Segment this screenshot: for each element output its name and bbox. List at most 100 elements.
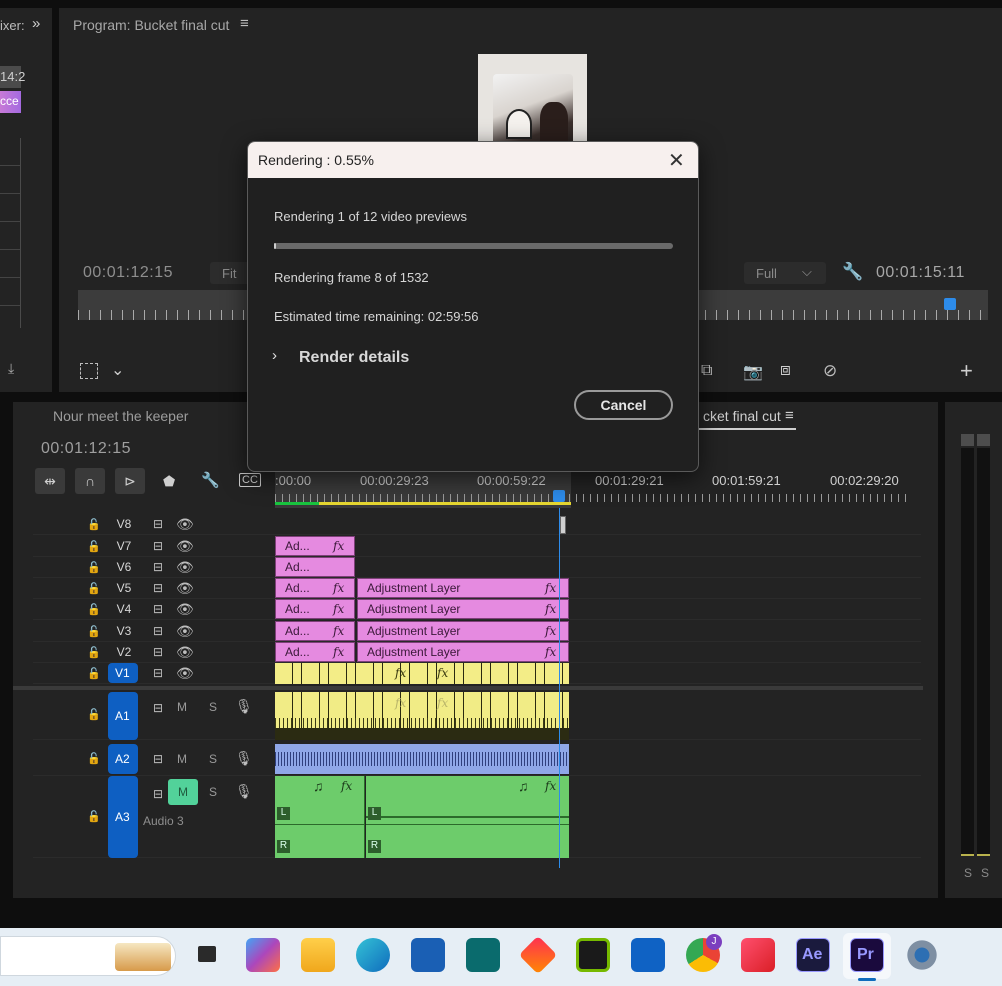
program-monitor-title[interactable]: Program: Bucket final cut bbox=[73, 17, 229, 33]
eye-icon[interactable]: 👁 bbox=[176, 516, 194, 532]
sync-lock-icon[interactable]: ⊟ bbox=[153, 538, 163, 554]
mixer-tab[interactable]: ixer: bbox=[0, 18, 25, 33]
close-icon[interactable]: ✕ bbox=[668, 148, 685, 173]
microphone-icon[interactable]: 🎙 bbox=[235, 750, 253, 766]
a2-target-button[interactable]: A2 bbox=[108, 744, 138, 774]
solo-button[interactable]: S bbox=[209, 785, 217, 799]
clip-adjustment-short[interactable]: Ad... bbox=[275, 557, 355, 577]
solo-button[interactable]: S bbox=[209, 752, 217, 766]
timeline-playhead-line[interactable] bbox=[559, 508, 560, 868]
track-name[interactable]: V7 bbox=[113, 539, 135, 553]
sync-lock-icon[interactable]: ⊟ bbox=[153, 751, 163, 767]
edge-icon[interactable] bbox=[356, 938, 390, 972]
taskbar-search-box[interactable] bbox=[0, 936, 176, 976]
marker-icon[interactable]: ⬟ bbox=[163, 473, 175, 490]
eye-icon[interactable]: 👁 bbox=[176, 580, 194, 596]
proxy-toggle-icon[interactable]: ⊘ bbox=[823, 361, 837, 381]
v1-target-button[interactable]: V1 bbox=[108, 663, 138, 683]
timeline-timecode[interactable]: 00:01:12:15 bbox=[41, 440, 131, 458]
track-name[interactable]: V8 bbox=[113, 517, 135, 531]
clip-adjustment-layer[interactable]: Adjustment Layer bbox=[357, 642, 569, 662]
lock-icon[interactable]: 🔓 bbox=[87, 752, 101, 765]
eye-icon[interactable]: 👁 bbox=[176, 644, 194, 660]
lock-icon[interactable]: 🔓 bbox=[87, 667, 101, 680]
eye-icon[interactable]: 👁 bbox=[176, 623, 194, 639]
sway-icon[interactable] bbox=[466, 938, 500, 972]
lock-icon[interactable]: 🔓 bbox=[87, 708, 101, 721]
eye-icon[interactable]: 👁 bbox=[176, 559, 194, 575]
snap-button[interactable]: ∩ bbox=[75, 468, 105, 494]
v1-video-clips[interactable] bbox=[275, 663, 569, 684]
microphone-icon[interactable]: 🎙 bbox=[235, 783, 253, 799]
lock-icon[interactable]: 🔓 bbox=[87, 625, 101, 638]
clip-adjustment-layer[interactable]: Adjustment Layer bbox=[357, 578, 569, 598]
track-name[interactable]: V3 bbox=[113, 624, 135, 638]
lock-icon[interactable]: 🔓 bbox=[87, 561, 101, 574]
microphone-icon[interactable]: 🎙 bbox=[235, 698, 253, 714]
captions-icon[interactable]: CC bbox=[239, 473, 261, 487]
lock-icon[interactable]: 🔓 bbox=[87, 810, 101, 823]
program-playhead-timecode[interactable]: 00:01:12:15 bbox=[83, 264, 173, 282]
sync-lock-icon[interactable]: ⊟ bbox=[153, 665, 163, 681]
chrome-icon[interactable]: J bbox=[686, 934, 722, 972]
a1-audio-clips[interactable] bbox=[275, 692, 569, 740]
sync-lock-icon[interactable]: ⊟ bbox=[153, 700, 163, 716]
sync-lock-icon[interactable]: ⊟ bbox=[153, 516, 163, 532]
eye-icon[interactable]: 👁 bbox=[176, 538, 194, 554]
safe-margins-icon[interactable] bbox=[80, 363, 98, 379]
export-frame-icon[interactable]: ⤓ bbox=[8, 360, 14, 377]
meter-solo-left[interactable]: S bbox=[964, 866, 972, 880]
track-name[interactable]: V4 bbox=[113, 602, 135, 616]
eye-icon[interactable]: 👁 bbox=[176, 601, 194, 617]
nvidia-icon[interactable] bbox=[576, 938, 610, 972]
creative-cloud-icon[interactable] bbox=[741, 938, 775, 972]
a3-audio-clip-2[interactable]: L R ♫ fx bbox=[366, 776, 569, 858]
multi-camera-icon[interactable]: ⧉ bbox=[701, 362, 712, 380]
a3-target-button[interactable]: A3 bbox=[108, 776, 138, 858]
file-explorer-icon[interactable] bbox=[301, 938, 335, 972]
sync-lock-icon[interactable]: ⊟ bbox=[153, 786, 163, 802]
mute-button-active[interactable]: M bbox=[168, 779, 198, 805]
sync-lock-icon[interactable]: ⊟ bbox=[153, 644, 163, 660]
outlook-icon[interactable] bbox=[631, 938, 665, 972]
track-name[interactable]: V2 bbox=[113, 645, 135, 659]
add-button-icon[interactable]: + bbox=[960, 358, 973, 384]
a1-target-button[interactable]: A1 bbox=[108, 692, 138, 740]
compare-view-icon[interactable]: ⧈ bbox=[780, 360, 791, 380]
timeline-ruler[interactable]: :00:00 00:00:29:23 00:00:59:22 00:01:29:… bbox=[275, 468, 908, 508]
track-name[interactable]: V6 bbox=[113, 560, 135, 574]
playback-resolution-dropdown[interactable]: Full ⌵ bbox=[744, 262, 826, 284]
a3-audio-clip-1[interactable]: L R ♫ fx bbox=[275, 776, 365, 858]
settings-icon[interactable] bbox=[905, 938, 939, 972]
task-view-icon[interactable] bbox=[192, 938, 226, 972]
lock-icon[interactable]: 🔓 bbox=[87, 540, 101, 553]
fit-dropdown[interactable]: Fit bbox=[210, 262, 250, 284]
copilot-icon[interactable] bbox=[246, 938, 280, 972]
sync-lock-icon[interactable]: ⊟ bbox=[153, 623, 163, 639]
sync-lock-icon[interactable]: ⊟ bbox=[153, 601, 163, 617]
cancel-button[interactable]: Cancel bbox=[574, 390, 673, 420]
timeline-tab-bucket[interactable]: cket final cut bbox=[703, 408, 781, 424]
panel-menu-icon[interactable]: ≡ bbox=[240, 15, 249, 32]
lock-icon[interactable]: 🔓 bbox=[87, 518, 101, 531]
premiere-icon[interactable]: Pr bbox=[850, 938, 884, 972]
insert-sequence-button[interactable]: ⇹ bbox=[35, 468, 65, 494]
program-playhead[interactable] bbox=[944, 298, 956, 310]
camera-icon[interactable]: 📷 bbox=[743, 362, 763, 382]
program-video-frame[interactable] bbox=[478, 54, 587, 146]
sync-lock-icon[interactable]: ⊟ bbox=[153, 559, 163, 575]
after-effects-icon[interactable]: Ae bbox=[796, 938, 830, 972]
store-icon[interactable] bbox=[411, 938, 445, 972]
meter-solo-right[interactable]: S bbox=[981, 866, 989, 880]
panel-overflow-icon[interactable]: » bbox=[32, 15, 40, 32]
eye-icon[interactable]: 👁 bbox=[176, 665, 194, 681]
clip-adjustment-layer[interactable]: Adjustment Layer bbox=[357, 599, 569, 619]
chevron-down-icon[interactable]: ⌄ bbox=[111, 360, 124, 380]
render-details-toggle[interactable]: Render details bbox=[299, 349, 409, 367]
solo-button[interactable]: S bbox=[209, 700, 217, 714]
lock-icon[interactable]: 🔓 bbox=[87, 603, 101, 616]
wrench-icon[interactable]: 🔧 bbox=[201, 471, 220, 489]
lock-icon[interactable]: 🔓 bbox=[87, 582, 101, 595]
panel-menu-icon[interactable]: ≡ bbox=[785, 407, 794, 424]
mute-button[interactable]: M bbox=[177, 700, 187, 714]
